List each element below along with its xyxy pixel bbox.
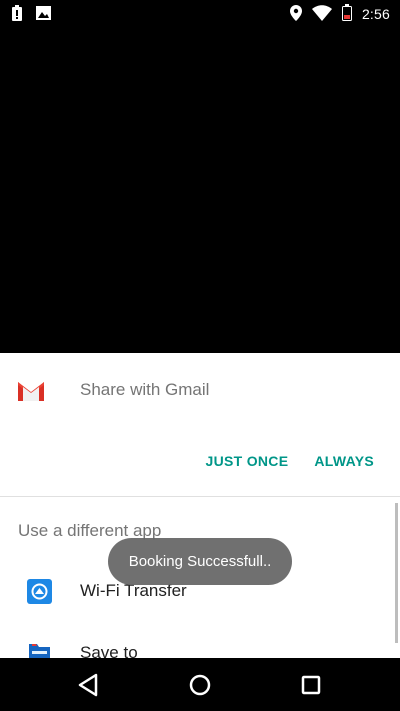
battery-alert-icon [12, 4, 22, 24]
screen: 2:56 Share with Gmail JUST ONCE ALWAYS U… [0, 0, 400, 711]
wifi-transfer-icon [27, 578, 52, 604]
gmail-icon [18, 381, 44, 401]
navigation-bar [0, 658, 400, 711]
default-app-label: Share with Gmail [80, 380, 210, 399]
just-once-button[interactable]: JUST ONCE [206, 453, 289, 473]
battery-icon [341, 4, 352, 24]
status-bar: 2:56 [0, 0, 400, 28]
recents-icon[interactable] [296, 670, 326, 700]
status-bar-left [0, 4, 51, 24]
status-time: 2:56 [361, 6, 390, 22]
default-app-row[interactable]: Share with Gmail [0, 369, 400, 409]
action-buttons: JUST ONCE ALWAYS [206, 453, 400, 473]
toast-message: Booking Successfull.. [108, 538, 292, 585]
status-bar-right: 2:56 [289, 4, 400, 24]
location-icon [289, 4, 302, 24]
home-icon[interactable] [185, 670, 215, 700]
back-icon[interactable] [74, 670, 104, 700]
share-sheet: Share with Gmail JUST ONCE ALWAYS Use a … [0, 353, 400, 664]
divider [0, 496, 400, 497]
image-icon [36, 5, 51, 23]
scrollbar[interactable] [395, 503, 398, 643]
always-button[interactable]: ALWAYS [314, 453, 374, 473]
wifi-icon [311, 4, 332, 24]
